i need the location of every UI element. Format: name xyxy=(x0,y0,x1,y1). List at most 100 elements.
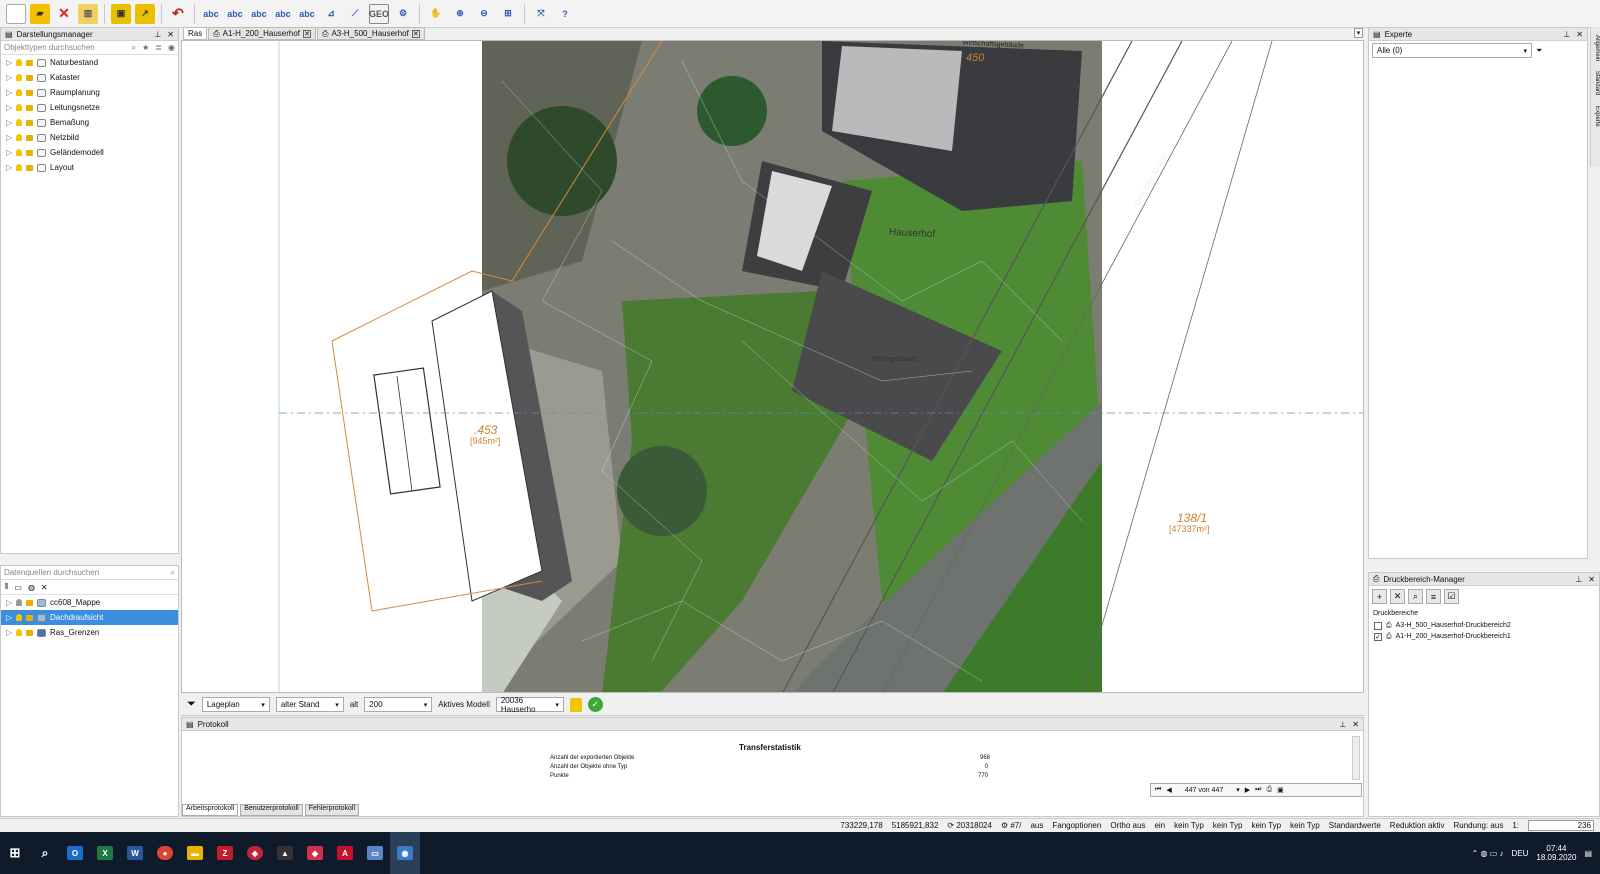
abc-rotate-icon[interactable]: abc xyxy=(297,4,317,24)
lock-icon[interactable] xyxy=(26,614,33,621)
zoom-out-icon[interactable]: ⊖ xyxy=(474,4,494,24)
objecttype-search[interactable]: Objekttypen durchsuchen ⌕ ★ ≣ ◉ xyxy=(1,41,178,55)
expand-arrow-icon[interactable]: ▷ xyxy=(6,73,12,82)
visibility-bulb-icon[interactable] xyxy=(16,89,22,96)
pin-icon[interactable]: ⊥ xyxy=(1563,30,1570,39)
lock-icon[interactable] xyxy=(569,697,582,712)
save-icon[interactable]: ▣ xyxy=(111,3,131,24)
lock-icon[interactable] xyxy=(26,629,33,636)
lock-icon[interactable] xyxy=(26,119,33,126)
fang-status[interactable]: Fangoptionen xyxy=(1052,821,1101,830)
lock-icon[interactable] xyxy=(26,599,33,606)
side-tab-experte[interactable]: Experte xyxy=(1591,106,1600,127)
close-icon[interactable]: ✕ xyxy=(54,4,74,24)
side-tab-allgemein[interactable]: Allgemein xyxy=(1591,35,1600,61)
expand-arrow-icon[interactable]: ▷ xyxy=(6,103,12,112)
visibility-bulb-icon[interactable] xyxy=(16,599,22,606)
lock-icon[interactable] xyxy=(26,134,33,141)
export-icon[interactable]: ↗ xyxy=(135,3,155,24)
tab-fehlerprotokoll[interactable]: Fehlerprotokoll xyxy=(304,804,360,816)
expand-arrow-icon[interactable]: ▷ xyxy=(6,58,12,67)
delete-icon[interactable]: ✕ xyxy=(1390,589,1405,604)
datasource-item-selected[interactable]: ▷ Dachdraufsicht xyxy=(1,610,178,625)
lock-icon[interactable] xyxy=(26,104,33,111)
print-area-item[interactable]: ✓ ⎙ A1-H_200_Hauserhof-Druckbereich1 xyxy=(1369,631,1599,642)
list-icon[interactable]: ≡ xyxy=(1426,589,1441,604)
undo-icon[interactable]: ↶ xyxy=(168,4,188,24)
abc-edit-icon[interactable]: abc xyxy=(249,4,269,24)
close-icon[interactable]: ✕ xyxy=(167,30,174,39)
tab-ras[interactable]: Ras xyxy=(183,27,208,40)
layer-item[interactable]: ▷ Netzbild xyxy=(1,130,178,145)
expand-arrow-icon[interactable]: ▷ xyxy=(6,598,12,607)
stack-icon[interactable]: ≣ xyxy=(155,43,162,53)
checkbox[interactable] xyxy=(1374,621,1382,630)
transform-icon[interactable]: ⤧ xyxy=(531,4,551,24)
close-icon[interactable]: ✕ xyxy=(411,29,420,38)
first-page-icon[interactable]: ⏮ xyxy=(1155,786,1161,794)
expand-arrow-icon[interactable]: ▷ xyxy=(6,613,12,622)
datasource-item[interactable]: ▷ cc608_Mappe xyxy=(1,595,178,610)
aus-status[interactable]: aus xyxy=(1030,821,1043,830)
layer-item[interactable]: ▷ Naturbestand xyxy=(1,55,178,70)
language-indicator[interactable]: DEU xyxy=(1512,849,1529,858)
abc-text-icon[interactable]: abc xyxy=(201,4,221,24)
abc-label-icon[interactable]: abc xyxy=(225,4,245,24)
lock-icon[interactable] xyxy=(26,59,33,66)
type-status-4[interactable]: kein Typ xyxy=(1290,821,1320,830)
search-icon[interactable]: ⌕ xyxy=(132,43,136,53)
visibility-bulb-icon[interactable] xyxy=(16,629,22,636)
scale-select[interactable]: 200 xyxy=(364,697,433,712)
close-icon[interactable]: ✕ xyxy=(303,29,312,38)
last-page-icon[interactable]: ⏭ xyxy=(1255,786,1261,794)
new-file-icon[interactable] xyxy=(6,3,26,24)
search-input[interactable]: Objekttypen durchsuchen xyxy=(4,43,95,52)
prev-page-icon[interactable]: ◀ xyxy=(1166,786,1171,794)
visibility-bulb-icon[interactable] xyxy=(16,149,22,156)
search-icon[interactable]: ⌕ xyxy=(1408,589,1423,604)
ruler-icon[interactable]: ▥ xyxy=(78,3,98,24)
tab-arbeitsprotokoll[interactable]: Arbeitsprotokoll xyxy=(182,804,239,816)
layer-item[interactable]: ▷ Bemaßung xyxy=(1,115,178,130)
pager-dropdown-icon[interactable]: ▾ xyxy=(1236,786,1240,794)
app-red2-icon[interactable]: ◆ xyxy=(300,832,330,874)
word-icon[interactable]: W xyxy=(120,832,150,874)
scale-input[interactable]: 236 xyxy=(1528,820,1594,831)
lock-icon[interactable] xyxy=(26,89,33,96)
close-icon[interactable]: ✕ xyxy=(1352,720,1359,729)
type-status-2[interactable]: kein Typ xyxy=(1213,821,1243,830)
library-icon[interactable]: ⫴ xyxy=(5,582,8,592)
layer-item[interactable]: ▷ Leitungsnetze xyxy=(1,100,178,115)
tab-dropdown-icon[interactable]: ▾ xyxy=(1354,28,1363,38)
acrobat-icon[interactable]: A xyxy=(330,832,360,874)
type-status-1[interactable]: kein Typ xyxy=(1174,821,1204,830)
expand-arrow-icon[interactable]: ▷ xyxy=(6,628,12,637)
zoom-window-icon[interactable]: ⊞ xyxy=(498,4,518,24)
rounding-status[interactable]: Rundung: aus xyxy=(1454,821,1504,830)
visibility-bulb-icon[interactable] xyxy=(16,119,22,126)
visibility-bulb-icon[interactable] xyxy=(16,164,22,171)
map-canvas[interactable]: Wirtschaftsgebäude 450 Hauserhof Wohngeb… xyxy=(181,40,1364,693)
ortho-status[interactable]: Ortho aus xyxy=(1110,821,1145,830)
search-input[interactable]: Datenquellen durchsuchen xyxy=(4,568,99,577)
side-tab-standard[interactable]: Standard xyxy=(1591,71,1600,95)
excel-icon[interactable]: X xyxy=(90,832,120,874)
expand-arrow-icon[interactable]: ▷ xyxy=(6,133,12,142)
abc-move-icon[interactable]: abc xyxy=(273,4,293,24)
pin-icon[interactable]: ⊥ xyxy=(1339,720,1346,729)
search-icon[interactable]: ⌕ xyxy=(30,832,60,874)
measure-line-icon[interactable]: ⟋ xyxy=(345,4,365,24)
search-icon[interactable]: ⌕ xyxy=(171,568,175,578)
checkbox-checked[interactable]: ✓ xyxy=(1374,632,1382,641)
tab-a3[interactable]: ⎙ A3-H_500_Hauserhof ✕ xyxy=(317,27,425,40)
expand-arrow-icon[interactable]: ▷ xyxy=(6,163,12,172)
expand-arrow-icon[interactable]: ▷ xyxy=(6,148,12,157)
layer-item[interactable]: ▷ Raumplanung xyxy=(1,85,178,100)
datasource-item[interactable]: ▷ Ras_Grenzen xyxy=(1,625,178,640)
star-icon[interactable]: ★ xyxy=(142,43,149,53)
app-red-icon[interactable]: ◆ xyxy=(240,832,270,874)
tray-icons[interactable]: ⌃ ◍ ▭ ♪ xyxy=(1472,849,1504,858)
plan-select[interactable]: Lageplan xyxy=(201,697,270,712)
zoom-in-icon[interactable]: ⊕ xyxy=(450,4,470,24)
lock-icon[interactable] xyxy=(26,74,33,81)
